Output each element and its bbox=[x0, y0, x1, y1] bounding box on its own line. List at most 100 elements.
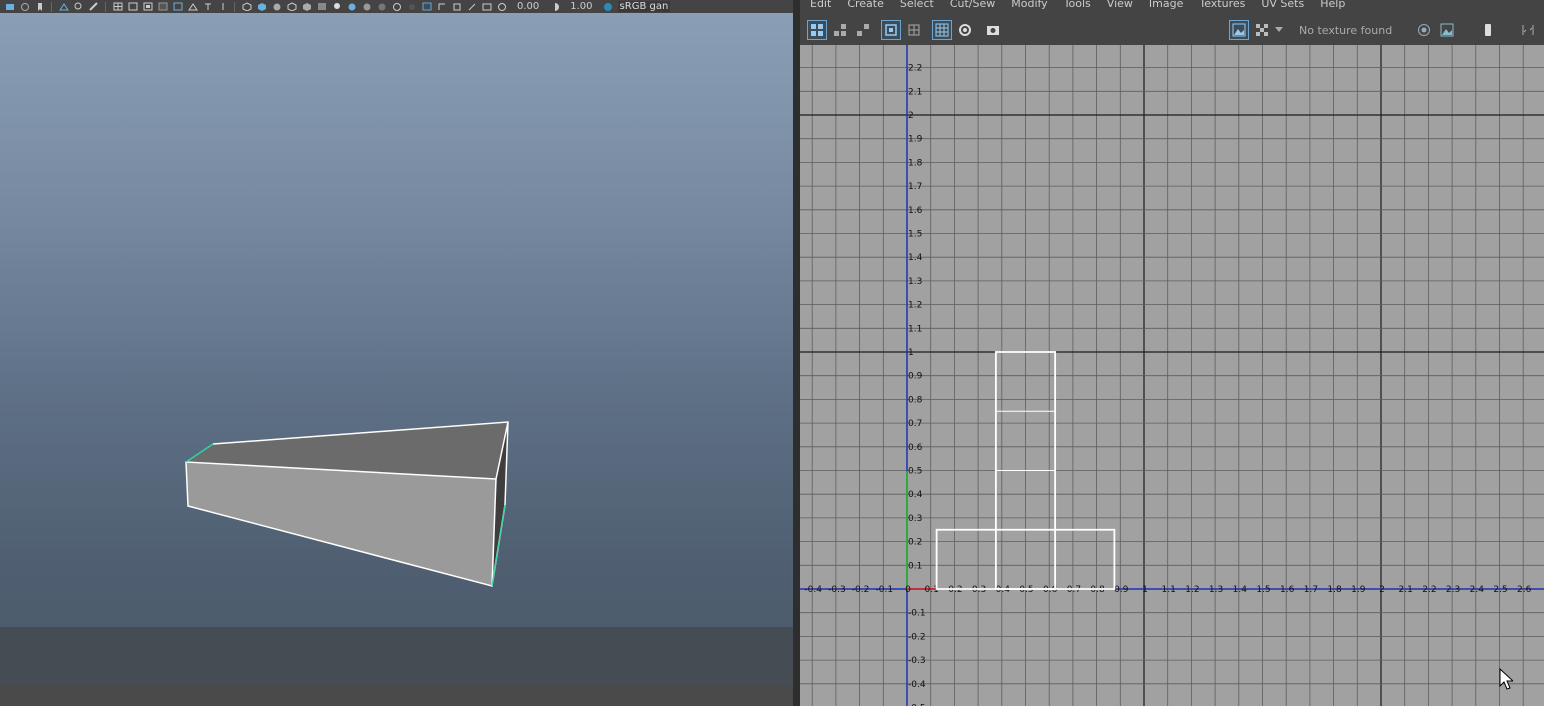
uv-u-tick-label: -0.4 bbox=[804, 585, 822, 595]
uv-v-tick-label: -0.3 bbox=[908, 656, 926, 666]
uv-u-tick-label: 0.3 bbox=[972, 585, 986, 595]
uv-u-tick-label: 1.2 bbox=[1185, 585, 1199, 595]
uv-u-tick-label: 1 bbox=[1142, 585, 1148, 595]
uv-menubar: Edit Create Select Cut/Sew Modify Tools … bbox=[800, 0, 1544, 12]
menu-edit[interactable]: Edit bbox=[810, 0, 831, 10]
uv-flip-button[interactable] bbox=[853, 20, 873, 40]
menu-view[interactable]: View bbox=[1107, 0, 1133, 10]
uv-exposure-slider-handle[interactable] bbox=[1478, 20, 1498, 40]
uv-u-tick-label: 1.7 bbox=[1304, 585, 1318, 595]
uv-v-tick-label: 1.7 bbox=[908, 182, 922, 192]
3d-scene bbox=[185, 421, 509, 587]
uv-u-tick-label: 2.3 bbox=[1446, 585, 1460, 595]
uv-u-tick-label: 0.8 bbox=[1090, 585, 1105, 595]
uv-u-tick-label: -0.1 bbox=[876, 585, 894, 595]
uv-editor-panel: Edit Create Select Cut/Sew Modify Tools … bbox=[800, 0, 1544, 706]
uv-flip-icon bbox=[857, 24, 869, 36]
uv-distortion-button[interactable] bbox=[904, 20, 924, 40]
uv-u-tick-label: 1.1 bbox=[1162, 585, 1176, 595]
texture-status-label: No texture found bbox=[1299, 24, 1393, 37]
uv-v-tick-label: 1.9 bbox=[908, 135, 923, 145]
uv-grid-toggle-button[interactable] bbox=[932, 20, 952, 40]
uv-grid-canvas[interactable]: -0.5-0.4-0.3-0.2-0.100.10.20.30.40.50.60… bbox=[800, 45, 1544, 706]
uv-v-tick-label: 2 bbox=[908, 111, 914, 121]
uv-shell-select-button[interactable] bbox=[807, 20, 827, 40]
menu-create[interactable]: Create bbox=[847, 0, 884, 10]
uv-v-tick-label: 0.4 bbox=[908, 490, 923, 500]
uv-v-tick-label: -0.4 bbox=[908, 680, 926, 690]
uv-v-tick-label: -0.1 bbox=[908, 609, 926, 619]
uv-u-tick-label: 1.6 bbox=[1280, 585, 1295, 595]
viewport-ground bbox=[0, 627, 793, 685]
slider-handle-icon bbox=[1485, 24, 1491, 36]
uv-u-tick-label: 1.9 bbox=[1351, 585, 1366, 595]
uv-v-tick-label: 1.4 bbox=[908, 253, 923, 263]
uv-v-tick-label: 1 bbox=[908, 348, 914, 358]
menu-textures[interactable]: Textures bbox=[1199, 0, 1245, 10]
uv-layout-button[interactable] bbox=[830, 20, 850, 40]
uv-u-tick-label: 0.2 bbox=[948, 585, 962, 595]
3d-viewport[interactable]: 0.00 1.00 sRGB gan bbox=[0, 0, 793, 706]
uv-v-tick-label: 1.1 bbox=[908, 324, 922, 334]
uv-u-tick-label: 0.9 bbox=[1114, 585, 1129, 595]
texture-border-icon bbox=[885, 24, 897, 36]
mouse-cursor-icon bbox=[1499, 668, 1513, 690]
menu-uv-sets[interactable]: UV Sets bbox=[1261, 0, 1304, 10]
uv-u-tick-label: 2 bbox=[1379, 585, 1385, 595]
checker-options-dropdown[interactable] bbox=[1273, 20, 1285, 40]
uv-layout-icon bbox=[834, 24, 846, 36]
uv-v-tick-label: 0.6 bbox=[908, 443, 923, 453]
uv-shell-icon bbox=[811, 24, 823, 36]
uv-image-display-button[interactable] bbox=[1229, 20, 1249, 40]
uv-u-tick-label: 0.7 bbox=[1067, 585, 1081, 595]
uv-v-tick-label: 1.3 bbox=[908, 277, 922, 287]
menu-help[interactable]: Help bbox=[1320, 0, 1345, 10]
uv-v-tick-label: 0.1 bbox=[908, 561, 922, 571]
menu-select[interactable]: Select bbox=[900, 0, 934, 10]
panel-divider[interactable] bbox=[793, 0, 800, 706]
menu-image[interactable]: Image bbox=[1149, 0, 1183, 10]
uv-v-tick-label: 1.2 bbox=[908, 301, 922, 311]
uv-color-management-button[interactable] bbox=[1414, 20, 1434, 40]
uv-v-tick-label: 1.6 bbox=[908, 206, 923, 216]
uv-v-tick-label: 1.5 bbox=[908, 230, 922, 240]
menu-modify[interactable]: Modify bbox=[1011, 0, 1047, 10]
uv-texture-border-button[interactable] bbox=[881, 20, 901, 40]
uv-grid-svg: -0.5-0.4-0.3-0.2-0.100.10.20.30.40.50.60… bbox=[800, 45, 1544, 706]
expand-icon bbox=[1522, 25, 1534, 35]
uv-toolbar: No texture found bbox=[800, 16, 1544, 44]
uv-snap-pixels-button[interactable] bbox=[955, 20, 975, 40]
uv-v-tick-label: 1.8 bbox=[908, 158, 923, 168]
uv-u-tick-label: 1.3 bbox=[1209, 585, 1223, 595]
uv-u-tick-label: 2.2 bbox=[1422, 585, 1436, 595]
uv-u-tick-label: 2.5 bbox=[1493, 585, 1507, 595]
uv-v-tick-label: 0.3 bbox=[908, 514, 922, 524]
uv-u-tick-label: 0.4 bbox=[996, 585, 1011, 595]
grid-icon bbox=[935, 23, 949, 37]
viewport-status-bar bbox=[0, 685, 793, 706]
uv-image-button[interactable] bbox=[1437, 20, 1457, 40]
uv-checker-button[interactable] bbox=[1252, 20, 1272, 40]
uv-v-tick-label: 0.5 bbox=[908, 467, 922, 477]
wedge-front-face bbox=[186, 462, 496, 586]
uv-u-tick-label: 2.1 bbox=[1399, 585, 1413, 595]
image-icon bbox=[1440, 23, 1454, 37]
uv-expand-toolbar-button[interactable] bbox=[1518, 20, 1538, 40]
uv-v-tick-label: -0.2 bbox=[908, 632, 926, 642]
uv-v-tick-label: 2.1 bbox=[908, 87, 922, 97]
uv-v-tick-label: 0.9 bbox=[908, 372, 923, 382]
uv-v-tick-label: 0.7 bbox=[908, 419, 922, 429]
snap-icon bbox=[959, 24, 971, 36]
uv-v-tick-label: 0.8 bbox=[908, 395, 923, 405]
uv-u-tick-label: 1.4 bbox=[1233, 585, 1248, 595]
color-management-icon bbox=[1418, 24, 1430, 36]
menu-cut-sew[interactable]: Cut/Sew bbox=[950, 0, 995, 10]
uv-u-tick-label: 2.6 bbox=[1517, 585, 1532, 595]
uv-u-tick-label: 1.5 bbox=[1256, 585, 1270, 595]
uv-u-tick-label: 2.4 bbox=[1470, 585, 1485, 595]
menu-tools[interactable]: Tools bbox=[1064, 0, 1091, 10]
camera-icon bbox=[987, 26, 999, 35]
uv-u-tick-label: 0.5 bbox=[1019, 585, 1033, 595]
uv-snapshot-button[interactable] bbox=[983, 20, 1003, 40]
uv-u-tick-label: -0.2 bbox=[852, 585, 870, 595]
